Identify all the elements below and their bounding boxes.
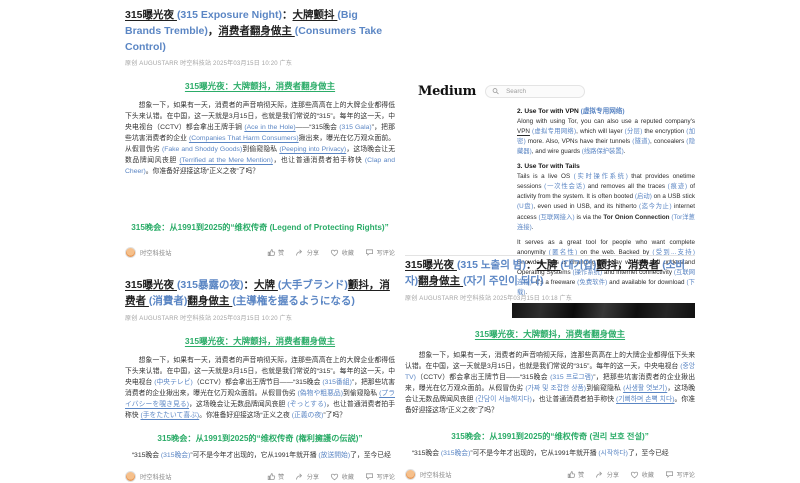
post-panel-korean: 315曝光夜 (315 노출의 밤)：大牌 (대기업)颤抖，消费者 (소비자)翻… — [405, 258, 695, 480]
post-footer: 时空科技站 赞 分享 收藏 写评论 — [125, 247, 395, 259]
section-subheading: 315晚会：从1991到2025的“维权传奇 (권리 보호 전설)” — [451, 431, 649, 441]
horizontal-divider — [405, 255, 695, 256]
comment-label: 写评论 — [376, 250, 395, 258]
like-label: 赞 — [278, 250, 285, 258]
comment-button[interactable]: 写评论 — [365, 248, 395, 257]
share-button[interactable]: 分享 — [595, 470, 619, 479]
article-paragraph: Along with using Tor, you can also use a… — [517, 118, 695, 156]
share-icon — [296, 473, 303, 480]
section-heading: 315曝光夜：大牌颤抖，消费者翻身做主 — [184, 335, 336, 346]
comment-icon — [365, 249, 373, 257]
medium-header: Medium — [405, 84, 695, 99]
thumbs-up-icon — [267, 472, 275, 480]
share-button[interactable]: 分享 — [295, 472, 319, 481]
post-meta: 原创 AUGUSTARR 时空科技站 2025年03月15日 10:18 广东 — [405, 295, 573, 302]
comment-icon — [665, 471, 673, 478]
thumbs-up-icon — [267, 249, 275, 257]
share-label: 分享 — [306, 250, 320, 258]
post-actions: 赞 分享 收藏 写评论 — [267, 248, 395, 258]
share-icon — [296, 249, 303, 256]
comment-button[interactable]: 写评论 — [665, 470, 695, 479]
post-title: 315曝光夜 (315 노출의 밤)：大牌 (대기업)颤抖，消费者 (소비자)翻… — [405, 259, 686, 287]
like-button[interactable]: 赞 — [567, 470, 585, 479]
post-paragraph-truncated: “315晚会 (315晚会)”可不是今年才出现的，它从1991年就开播 (시작하… — [411, 449, 669, 457]
post-footer: 时空科技站 赞 分享 收藏 写评论 — [405, 468, 695, 480]
favorite-label: 收藏 — [341, 473, 354, 481]
post-title: 315曝光夜 (315 Exposure Night)：大牌颤抖 (Big Br… — [125, 9, 383, 53]
post-panel-japanese: 315曝光夜 (315暴露の夜)：大牌 (大手ブランド)颤抖，消费者 (消費者)… — [125, 278, 395, 482]
medium-screenshot-panel: Medium 2. Use Tor with VPN (虚拟专用网络) Alon… — [405, 84, 695, 318]
post-paragraph: 想象一下，如果有一天，消费者的声音响彻天际，连那些高高在上的大牌企业都得低下头来… — [125, 356, 396, 419]
like-label: 赞 — [278, 473, 285, 481]
avatar — [405, 468, 416, 480]
search-icon — [492, 88, 499, 95]
section-heading: 315曝光夜：大牌颤抖，消费者翻身做主 — [184, 81, 336, 92]
medium-logo[interactable]: Medium — [418, 84, 476, 99]
post-footer: 时空科技站 赞 分享 收藏 写评论 — [125, 470, 395, 482]
post-actions: 赞 分享 收藏 写评论 — [267, 472, 395, 481]
like-button[interactable]: 赞 — [267, 248, 285, 258]
post-paragraph: 想象一下，如果有一天，消费者的声音响彻天际，连那些高高在上的大牌企业都得低下头来… — [405, 351, 696, 414]
comment-label: 写评论 — [376, 473, 395, 481]
post-actions: 赞 分享 收藏 写评论 — [567, 470, 695, 479]
avatar — [125, 247, 136, 259]
heart-icon — [330, 249, 339, 257]
post-title: 315曝光夜 (315暴露の夜)：大牌 (大手ブランド)颤抖，消费者 (消費者)… — [125, 279, 390, 307]
favorite-button[interactable]: 收藏 — [630, 470, 654, 479]
share-icon — [596, 471, 603, 478]
article-paragraph: Tails is a live OS (实时操作系统) that provide… — [517, 173, 695, 231]
favorite-label: 收藏 — [641, 471, 654, 479]
author-link[interactable]: 时空科技站 — [125, 247, 172, 259]
author-name: 时空科技站 — [140, 250, 172, 258]
post-meta: 原创 AUGUSTARR 时空科技站 2025年03月15日 10:20 广东 — [125, 61, 293, 68]
section-subheading: 315晚会：从1991到2025的“维权传奇 (Legend of Protec… — [131, 223, 389, 233]
author-name: 时空科技站 — [140, 473, 172, 481]
heart-icon — [330, 473, 339, 480]
favorite-label: 收藏 — [341, 250, 354, 258]
section-heading: 315曝光夜：大牌颤抖，消费者翻身做主 — [474, 328, 626, 339]
post-paragraph: 想象一下，如果有一天，消费者的声音响彻天际，连那些高高在上的大牌企业都得低下头来… — [125, 102, 396, 176]
share-button[interactable]: 分享 — [295, 248, 319, 257]
thumbs-up-icon — [567, 470, 575, 478]
comment-button[interactable]: 写评论 — [365, 472, 395, 481]
comment-icon — [365, 473, 373, 480]
screenshot-canvas: 315曝光夜 (315 Exposure Night)：大牌颤抖 (Big Br… — [0, 0, 800, 483]
author-link[interactable]: 时空科技站 — [405, 468, 452, 480]
avatar — [125, 470, 136, 482]
section-subheading: 315晚会：从1991到2025的“维权传奇 (権利擁護の伝説)” — [157, 433, 363, 443]
like-label: 赞 — [578, 471, 585, 479]
search-input[interactable] — [504, 87, 579, 96]
heart-icon — [630, 471, 639, 478]
post-meta: 原创 AUGUSTARR 时空科技站 2025年03月15日 10:20 广东 — [125, 315, 293, 322]
post-panel-english: 315曝光夜 (315 Exposure Night)：大牌颤抖 (Big Br… — [125, 8, 396, 259]
like-button[interactable]: 赞 — [267, 472, 285, 481]
share-label: 分享 — [606, 471, 620, 479]
comment-label: 写评论 — [676, 471, 695, 479]
favorite-button[interactable]: 收藏 — [330, 248, 354, 257]
search-box[interactable] — [485, 85, 586, 98]
post-paragraph-truncated: “315晚会 (315晚会)”可不是今年才出现的，它从1991年就开播 (放送開… — [131, 451, 391, 459]
article-heading: 3. Use Tor with Tails — [517, 163, 580, 171]
author-name: 时空科技站 — [420, 471, 452, 479]
author-link[interactable]: 时空科技站 — [125, 470, 172, 482]
share-label: 分享 — [306, 473, 320, 481]
article-heading: 2. Use Tor with VPN (虚拟专用网络) — [517, 108, 625, 115]
favorite-button[interactable]: 收藏 — [330, 472, 354, 481]
